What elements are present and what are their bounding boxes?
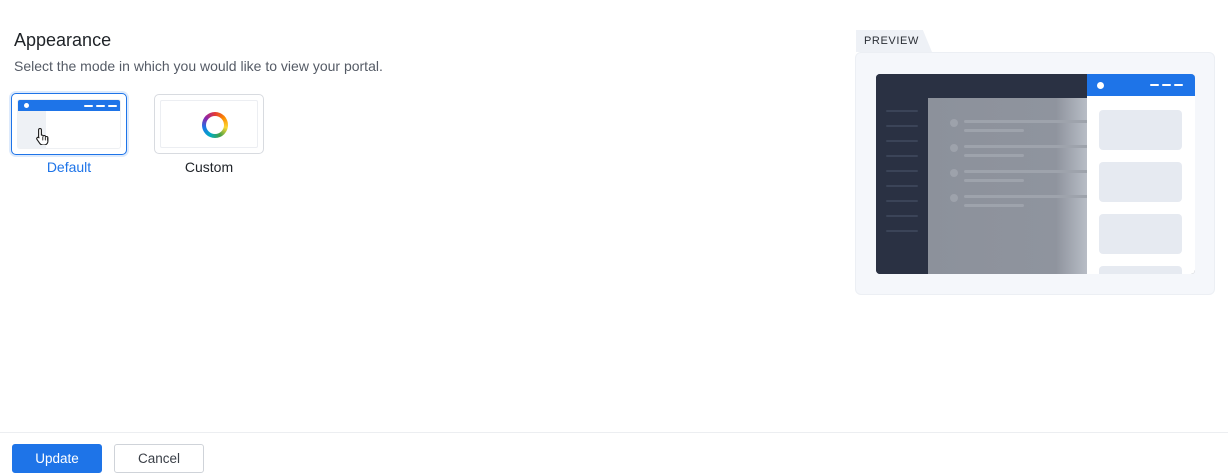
preview-nav-line <box>886 230 918 232</box>
preview-panel-dot <box>1097 82 1104 89</box>
preview-left-nav <box>876 74 928 274</box>
hand-cursor-icon <box>36 127 49 145</box>
preview-panel-header <box>1087 74 1195 96</box>
preview-row-line <box>964 129 1024 132</box>
preview-card <box>1099 110 1182 150</box>
preview-row-line <box>964 195 1088 198</box>
update-button[interactable]: Update <box>12 444 102 473</box>
preview-nav-line <box>886 110 918 112</box>
preview-row-line <box>964 145 1088 148</box>
thumbnail-line <box>84 104 93 107</box>
preview-screen <box>876 74 1195 274</box>
preview-panel-line <box>1162 84 1171 86</box>
preview-nav-line <box>886 215 918 217</box>
preview-nav-line <box>886 140 918 142</box>
preview-content-area <box>928 98 1088 274</box>
preview-row-line <box>964 170 1088 173</box>
preview-card <box>1099 214 1182 254</box>
preview-row-line <box>964 179 1024 182</box>
preview-panel-line <box>1150 84 1159 86</box>
color-ring-icon <box>202 112 228 138</box>
thumbnail-line <box>96 104 105 107</box>
mode-label-custom[interactable]: Custom <box>154 159 264 175</box>
preview-panel-line <box>1174 84 1183 86</box>
preview-card <box>1099 162 1182 202</box>
custom-thumbnail <box>160 100 258 148</box>
preview-nav-line <box>886 125 918 127</box>
preview-row-line <box>964 120 1088 123</box>
preview-row-dot <box>950 169 958 177</box>
mode-option-default[interactable] <box>11 93 127 155</box>
preview-row-dot <box>950 194 958 202</box>
preview-nav-line <box>886 155 918 157</box>
appearance-title: Appearance <box>14 30 112 50</box>
preview-nav-line <box>886 185 918 187</box>
preview-side-panel <box>1087 74 1195 274</box>
cancel-button[interactable]: Cancel <box>114 444 204 473</box>
thumbnail-line <box>108 104 117 107</box>
footer-bar: Update Cancel <box>0 432 1228 476</box>
preview-row-line <box>964 204 1024 207</box>
mode-label-default[interactable]: Default <box>11 159 127 175</box>
preview-row-line <box>964 154 1024 157</box>
preview-row-dot <box>950 144 958 152</box>
preview-tag: PREVIEW <box>856 30 932 52</box>
appearance-subtitle: Select the mode in which you would like … <box>14 58 383 74</box>
preview-nav-line <box>886 200 918 202</box>
preview-card <box>1099 266 1182 274</box>
preview-row-dot <box>950 119 958 127</box>
mode-option-custom[interactable] <box>154 94 264 154</box>
thumbnail-dot <box>24 103 29 108</box>
preview-panel <box>855 52 1215 295</box>
preview-nav-line <box>886 170 918 172</box>
window-thumbnail-icon <box>18 100 120 148</box>
thumbnail-header-bar <box>18 100 120 111</box>
